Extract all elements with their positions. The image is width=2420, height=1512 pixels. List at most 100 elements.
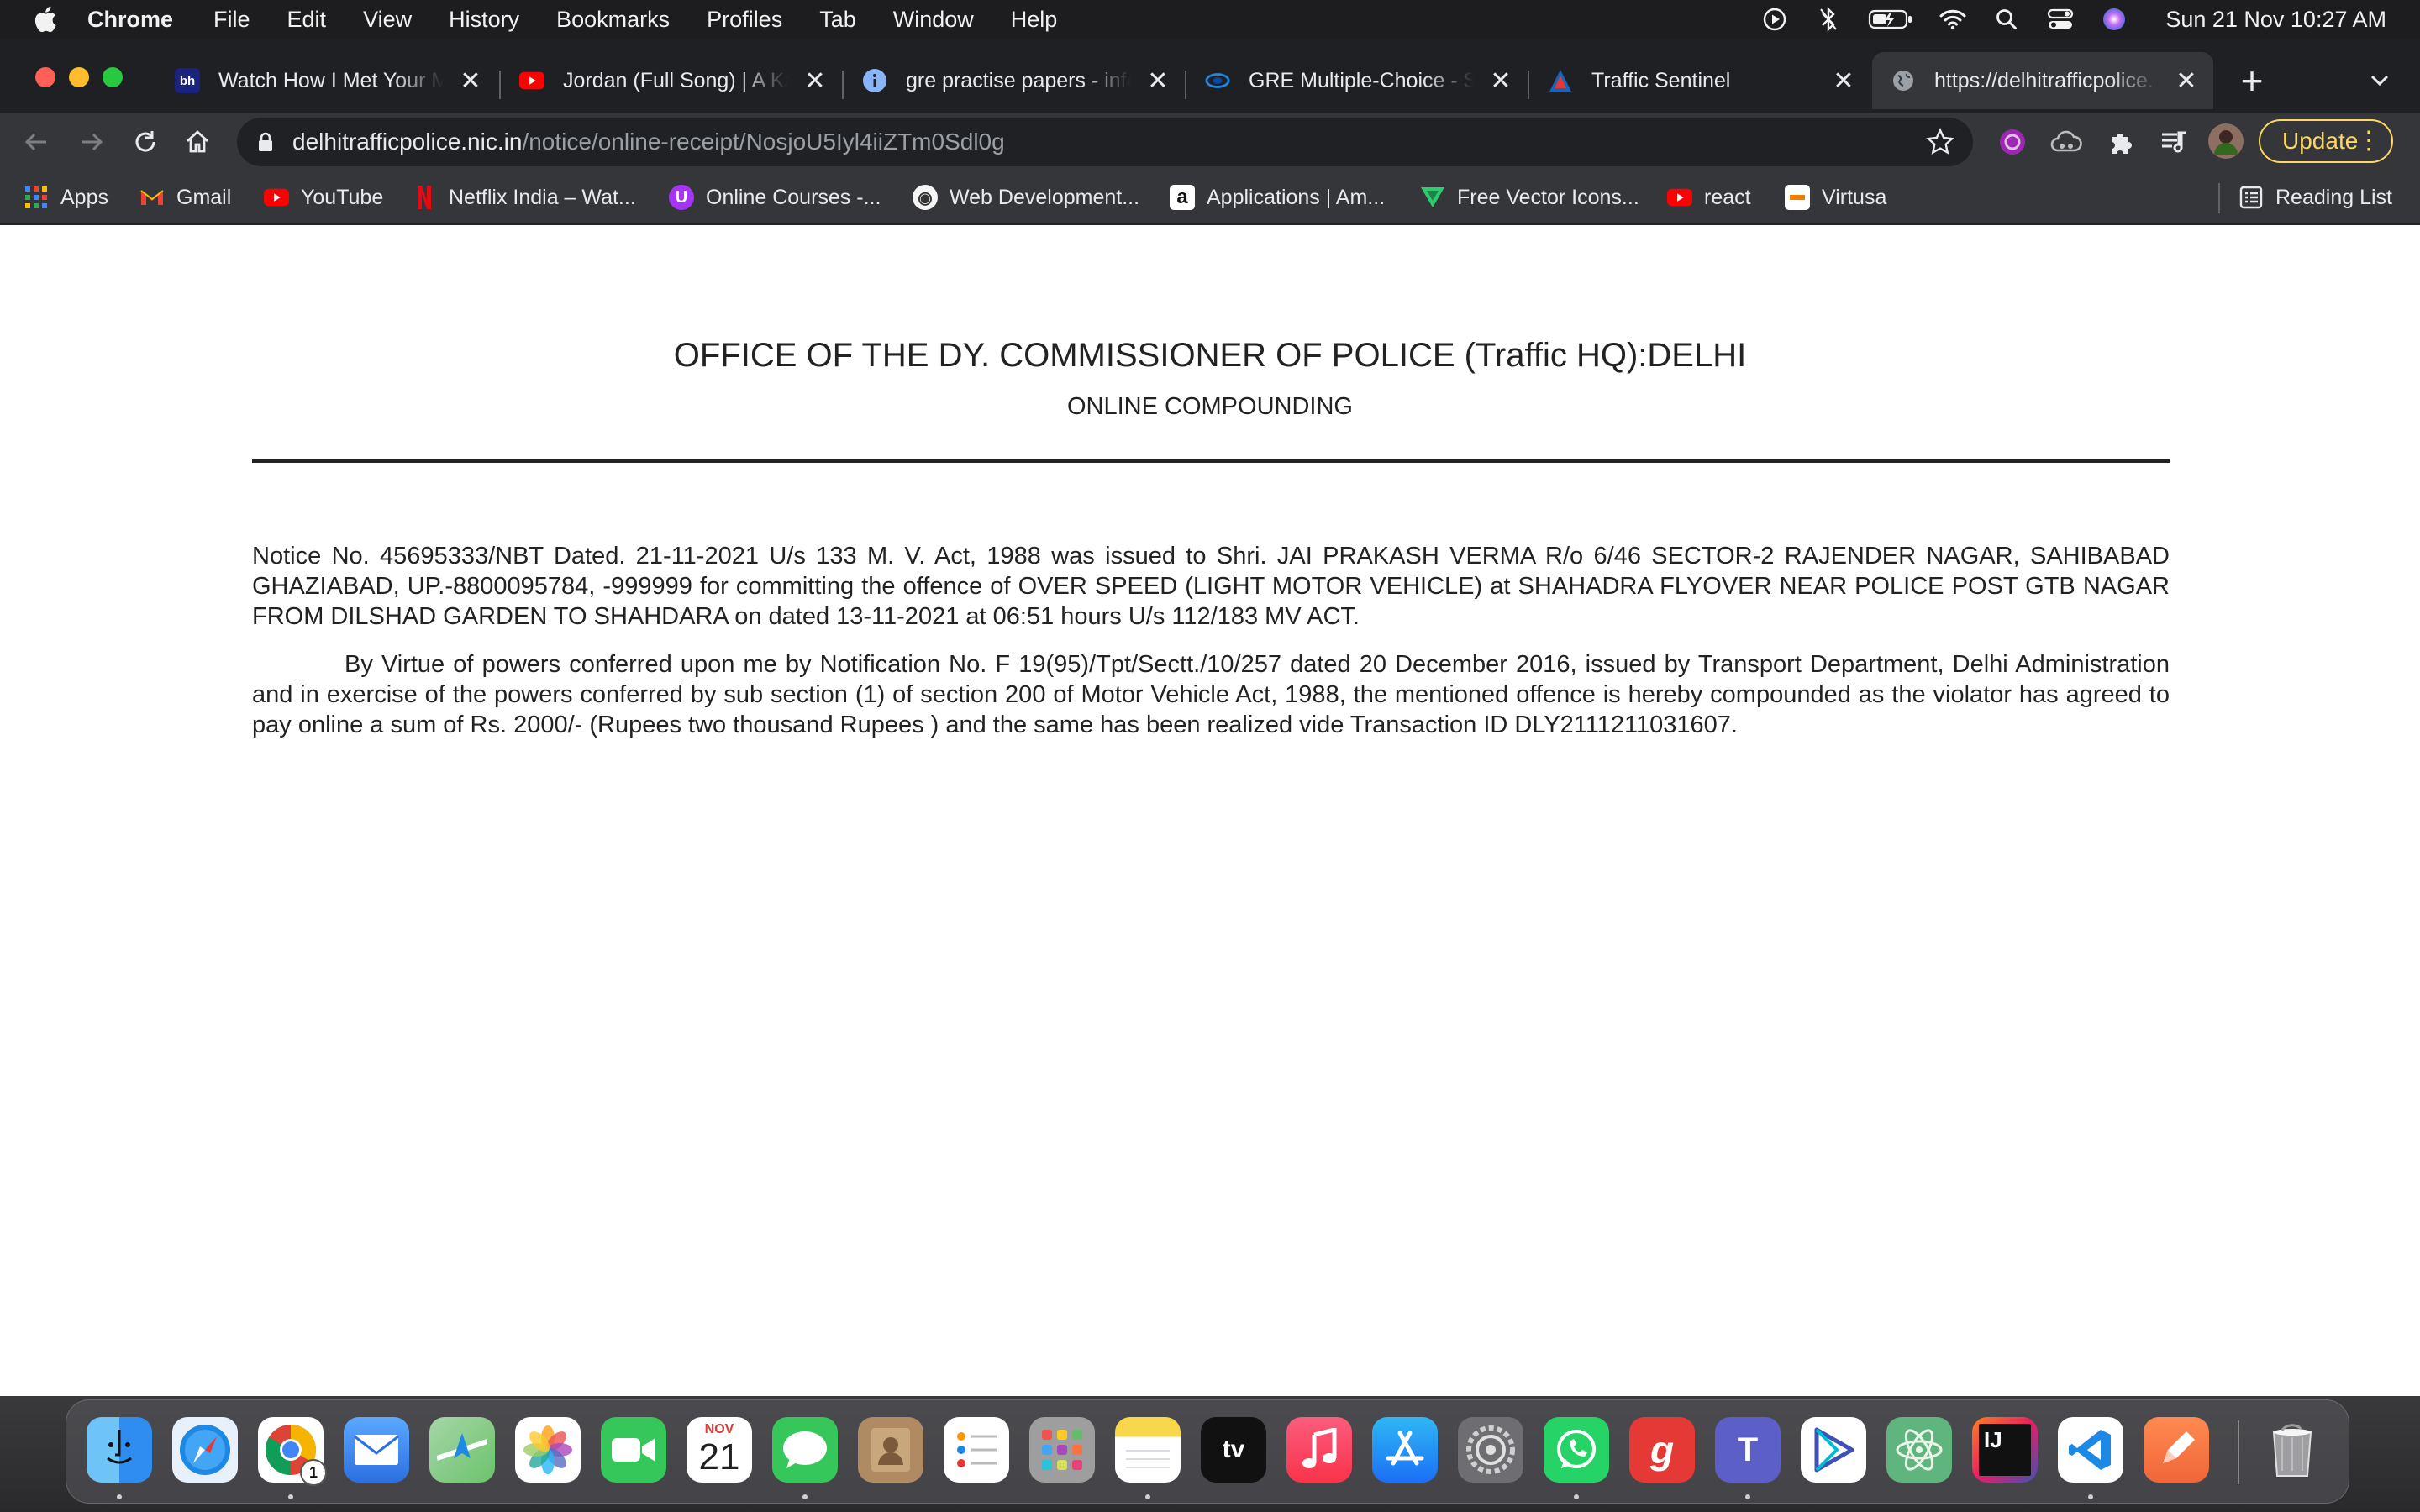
spotlight-search-icon[interactable] — [1992, 7, 2021, 32]
close-tab-icon[interactable]: ✕ — [455, 66, 486, 96]
bluetooth-icon[interactable] — [1814, 7, 1843, 32]
bookmark-gmail[interactable]: Gmail — [139, 178, 231, 217]
bookmark-react[interactable]: react — [1667, 178, 1751, 217]
calendar-icon[interactable]: NOV 21 — [687, 1417, 752, 1483]
close-tab-icon[interactable]: ✕ — [1143, 66, 1173, 96]
menu-help[interactable]: Help — [1011, 7, 1058, 33]
extensions-puzzle-icon[interactable] — [2101, 123, 2139, 161]
menu-window[interactable]: Window — [893, 7, 974, 33]
netflix-icon — [412, 185, 437, 210]
intellij-icon[interactable]: IJ — [1972, 1417, 2038, 1483]
notes-icon[interactable] — [1115, 1417, 1181, 1483]
menu-edit[interactable]: Edit — [287, 7, 327, 33]
traffic-favicon — [1548, 68, 1573, 93]
bookmark-youtube[interactable]: YouTube — [264, 178, 383, 217]
url-path: /notice/online-receipt/NosjoU5Iyl4iiZTm0… — [522, 129, 1005, 155]
launchpad-icon[interactable] — [1029, 1417, 1095, 1483]
menubar-clock[interactable]: Sun 21 Nov 10:27 AM — [2165, 7, 2386, 33]
safari-icon[interactable] — [172, 1417, 238, 1483]
update-button[interactable]: Update ⋮ — [2259, 119, 2393, 163]
running-indicator — [1745, 1494, 1750, 1499]
wifi-icon[interactable] — [1939, 7, 1967, 32]
whatsapp-icon[interactable] — [1544, 1417, 1609, 1483]
running-indicator — [117, 1494, 122, 1499]
bookmark-netflix[interactable]: Netflix India – Wat... — [412, 178, 636, 217]
chrome-icon[interactable]: 1 — [258, 1417, 327, 1486]
facetime-icon[interactable] — [601, 1417, 666, 1483]
tab-title: Watch How I Met Your M — [218, 68, 444, 93]
bookmark-web-development[interactable]: ◉ Web Development... — [913, 178, 1139, 217]
apple-icon[interactable] — [32, 5, 57, 34]
bookmarks-bar: Apps Gmail YouTube Netflix India – Wat..… — [0, 171, 2420, 225]
back-button[interactable] — [17, 123, 55, 161]
extension-purple-icon[interactable] — [1993, 123, 2032, 161]
address-bar[interactable]: delhitrafficpolice.nic.in/notice/online-… — [237, 118, 1973, 166]
contacts-icon[interactable] — [858, 1417, 923, 1483]
menu-bookmarks[interactable]: Bookmarks — [556, 7, 670, 33]
minimize-window-button[interactable] — [69, 67, 89, 87]
reload-button[interactable] — [126, 123, 165, 161]
bookmark-free-vector-icons[interactable]: Free Vector Icons... — [1420, 178, 1639, 217]
extension-cloud-icon[interactable] — [2047, 123, 2086, 161]
reminders-icon[interactable] — [944, 1417, 1009, 1483]
tab-gre-practise-papers[interactable]: gre practise papers - info ✕ — [844, 52, 1185, 109]
menu-profiles[interactable]: Profiles — [707, 7, 782, 33]
trash-icon[interactable] — [2260, 1417, 2325, 1483]
bookmark-online-courses[interactable]: U Online Courses -... — [669, 178, 881, 217]
system-preferences-icon[interactable] — [1458, 1417, 1523, 1483]
avatar[interactable] — [2207, 122, 2245, 160]
vscode-icon[interactable] — [2058, 1417, 2123, 1483]
close-tab-icon[interactable]: ✕ — [1828, 66, 1859, 96]
menu-history[interactable]: History — [449, 7, 519, 33]
close-tab-icon[interactable]: ✕ — [800, 66, 830, 96]
photos-icon[interactable] — [515, 1417, 581, 1483]
running-indicator — [1574, 1494, 1579, 1499]
menu-app-chrome[interactable]: Chrome — [87, 7, 173, 33]
bookmark-star-icon[interactable] — [1926, 128, 1954, 156]
more-menu-icon[interactable]: ⋮ — [2356, 128, 2381, 155]
teams-icon[interactable]: T — [1715, 1417, 1781, 1483]
tab-search-chevron-icon[interactable] — [2363, 64, 2396, 97]
maps-icon[interactable] — [429, 1417, 495, 1483]
play-circle-icon[interactable] — [1760, 7, 1789, 32]
reading-list-label: Reading List — [2275, 185, 2392, 209]
tab-title: Traffic Sentinel — [1591, 68, 1817, 93]
g-app-icon[interactable]: g — [1629, 1417, 1695, 1483]
play-icon[interactable] — [1801, 1417, 1866, 1483]
menu-tab[interactable]: Tab — [819, 7, 856, 33]
tab-title: gre practise papers - info — [906, 68, 1131, 93]
battery-icon[interactable] — [1868, 7, 1913, 32]
menu-view[interactable]: View — [363, 7, 412, 33]
atom-icon[interactable] — [1886, 1417, 1952, 1483]
close-tab-icon[interactable]: ✕ — [2171, 66, 2202, 96]
tab-traffic-sentinel[interactable]: Traffic Sentinel ✕ — [1529, 52, 1870, 109]
tab-gre-multiple-choice[interactable]: GRE Multiple-Choice - St ✕ — [1186, 52, 1528, 109]
menu-file[interactable]: File — [213, 7, 250, 33]
home-button[interactable] — [178, 123, 217, 161]
mail-icon[interactable] — [344, 1417, 409, 1483]
music-icon[interactable] — [1286, 1417, 1352, 1483]
lock-icon[interactable] — [257, 132, 282, 152]
tab-how-i-met-your-mother[interactable]: bh Watch How I Met Your M ✕ — [156, 52, 497, 109]
tab-delhi-traffic-police[interactable]: https://delhitrafficpolice. ✕ — [1872, 52, 2213, 109]
pen-app-icon[interactable] — [2144, 1417, 2209, 1483]
finder-icon[interactable] — [87, 1417, 152, 1483]
close-window-button[interactable] — [35, 67, 55, 87]
new-tab-button[interactable]: + — [2232, 59, 2272, 102]
forward-button[interactable] — [72, 123, 111, 161]
bookmark-applications-amazon[interactable]: a Applications | Am... — [1170, 178, 1385, 217]
bookmark-apps[interactable]: Apps — [24, 178, 108, 217]
media-queue-icon[interactable] — [2154, 123, 2193, 161]
tab-jordan-song[interactable]: Jordan (Full Song) | A Ka ✕ — [501, 52, 842, 109]
zoom-window-button[interactable] — [103, 67, 123, 87]
control-center-icon[interactable] — [2046, 7, 2075, 32]
close-tab-icon[interactable]: ✕ — [1486, 66, 1516, 96]
siri-icon[interactable] — [2100, 7, 2128, 32]
bookmarks-separator — [2218, 183, 2220, 213]
bookmark-label: Virtusa — [1822, 185, 1887, 209]
app-store-icon[interactable] — [1372, 1417, 1438, 1483]
reading-list-button[interactable]: Reading List — [2238, 178, 2392, 217]
apple-tv-icon[interactable]: tv — [1201, 1417, 1266, 1483]
messages-icon[interactable] — [772, 1417, 838, 1483]
bookmark-virtusa[interactable]: Virtusa — [1785, 178, 1886, 217]
